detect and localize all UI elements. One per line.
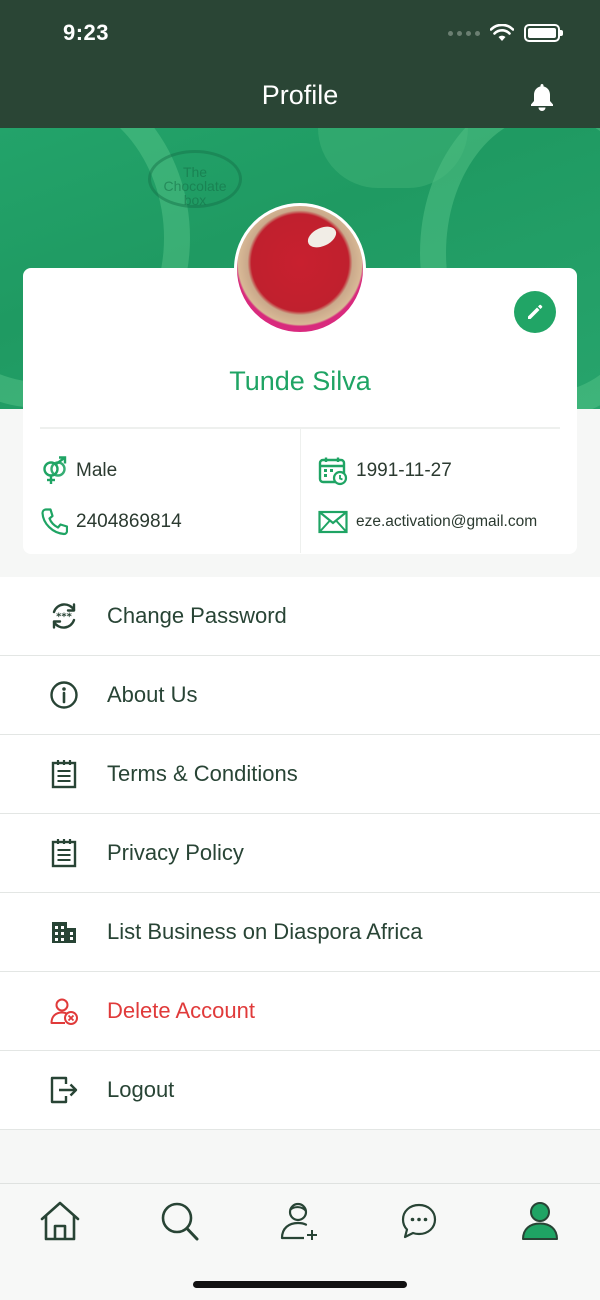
- gender-value: Male: [76, 460, 118, 481]
- menu-item-list-business[interactable]: List Business on Diaspora Africa: [0, 893, 600, 972]
- menu-label: About Us: [107, 682, 198, 707]
- status-icons: [448, 24, 563, 42]
- menu-label: Delete Account: [107, 998, 255, 1023]
- phone-value: 2404869814: [76, 511, 182, 532]
- wifi-icon: [490, 24, 514, 41]
- gender-icon: [43, 456, 67, 484]
- pencil-icon: [528, 304, 543, 319]
- menu-label: Logout: [107, 1077, 175, 1102]
- menu-item-logout[interactable]: Logout: [0, 1051, 600, 1130]
- menu-item-about-us[interactable]: About Us: [0, 656, 600, 735]
- cover-logo: The Chocolate box: [148, 150, 242, 208]
- page-title: Profile: [261, 80, 339, 110]
- building-icon: [52, 922, 76, 943]
- edit-profile-button[interactable]: [514, 291, 556, 333]
- bell-icon[interactable]: [528, 82, 556, 112]
- gender-info: Male: [40, 456, 117, 486]
- menu-item-delete-account[interactable]: Delete Account: [0, 972, 600, 1051]
- menu-label: Change Password: [107, 603, 287, 628]
- search-icon[interactable]: [158, 1200, 202, 1242]
- email-value: eze.activation@gmail.com: [356, 513, 538, 530]
- menu-label: Privacy Policy: [107, 840, 244, 865]
- calendar-icon: [318, 457, 348, 486]
- chat-icon[interactable]: [397, 1200, 441, 1242]
- home-indicator: [193, 1281, 407, 1288]
- menu-label: Terms & Conditions: [107, 761, 298, 786]
- user-add-icon[interactable]: [278, 1200, 322, 1242]
- birthdate-value: 1991-11-27: [356, 460, 452, 481]
- phone-info: 2404869814: [40, 507, 182, 537]
- user-remove-icon: [50, 998, 78, 1025]
- phone-icon: [41, 508, 68, 536]
- menu-item-change-password[interactable]: *** Change Password: [0, 577, 600, 656]
- status-time: 9:23: [63, 20, 110, 45]
- notepad-icon: [51, 760, 77, 789]
- menu-item-privacy-policy[interactable]: Privacy Policy: [0, 814, 600, 893]
- email-info: eze.activation@gmail.com: [318, 507, 537, 537]
- menu-item-terms[interactable]: Terms & Conditions: [0, 735, 600, 814]
- battery-icon: [524, 24, 563, 42]
- email-icon: [318, 510, 348, 534]
- navigation-bar: Profile: [0, 64, 600, 128]
- divider: [300, 429, 301, 553]
- signal-icon: [448, 30, 480, 36]
- svg-text:***: ***: [56, 612, 72, 623]
- home-icon[interactable]: [38, 1200, 82, 1242]
- user-name: Tunde Silva: [229, 366, 371, 396]
- password-refresh-icon: ***: [52, 603, 76, 629]
- logout-icon: [50, 1076, 78, 1104]
- birthdate-info: 1991-11-27: [318, 456, 452, 486]
- menu-label: List Business on Diaspora Africa: [107, 919, 423, 944]
- status-bar: 9:23: [0, 0, 600, 64]
- notepad-icon: [51, 839, 77, 868]
- settings-menu: *** Change Password About Us Terms & Con…: [0, 577, 600, 1130]
- info-icon: [50, 681, 78, 709]
- profile-icon[interactable]: [518, 1200, 562, 1242]
- avatar[interactable]: [234, 203, 366, 335]
